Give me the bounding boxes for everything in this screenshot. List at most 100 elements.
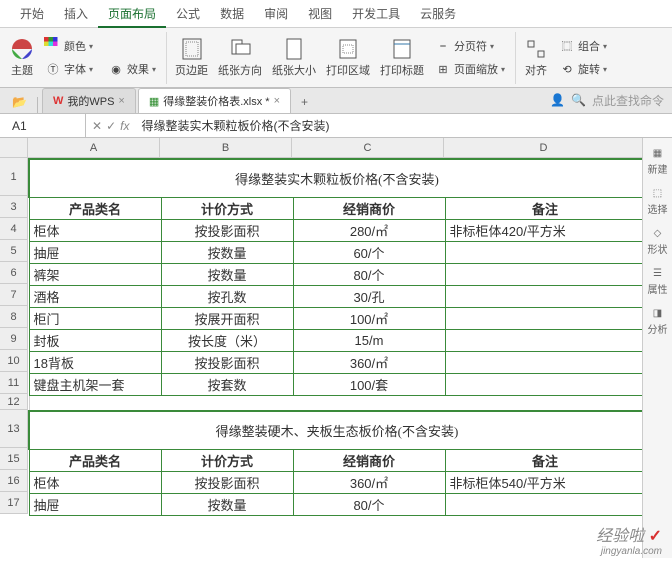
row-header[interactable]: 8: [0, 306, 28, 328]
row-header[interactable]: 5: [0, 240, 28, 262]
cell[interactable]: 按投影面积: [161, 471, 293, 493]
effect-button[interactable]: ◉效果▾: [103, 58, 160, 80]
cell[interactable]: [445, 307, 645, 329]
doc-tab-wps[interactable]: W我的WPS×: [42, 88, 136, 113]
col-header-a[interactable]: A: [28, 138, 160, 158]
col-header-b[interactable]: B: [160, 138, 292, 158]
cell[interactable]: [445, 241, 645, 263]
row-header[interactable]: 17: [0, 492, 28, 514]
table1-title[interactable]: 得缘整装实木颗粒板价格(不含安装): [29, 159, 645, 197]
row-header[interactable]: 1: [0, 158, 28, 196]
name-box[interactable]: A1: [6, 114, 86, 138]
cell[interactable]: 按孔数: [161, 285, 293, 307]
side-prop[interactable]: ☰属性: [648, 268, 668, 296]
cell[interactable]: 按套数: [161, 373, 293, 395]
tab-page-layout[interactable]: 页面布局: [98, 0, 166, 28]
cell[interactable]: 按数量: [161, 241, 293, 263]
th-method[interactable]: 计价方式: [161, 449, 293, 471]
cell[interactable]: 柜体: [29, 471, 161, 493]
cell[interactable]: [445, 263, 645, 285]
cell[interactable]: 60/个: [293, 241, 445, 263]
tab-review[interactable]: 审阅: [254, 0, 298, 28]
print-titles-button[interactable]: 打印标题: [376, 35, 428, 80]
side-new[interactable]: ▦新建: [648, 148, 668, 176]
th-method[interactable]: 计价方式: [161, 197, 293, 219]
cell[interactable]: 抽屉: [29, 241, 161, 263]
font-button[interactable]: Ⓣ字体▾: [40, 58, 97, 80]
row-header[interactable]: 11: [0, 372, 28, 394]
cell[interactable]: 80/个: [293, 493, 445, 515]
cell[interactable]: 键盘主机架一套: [29, 373, 161, 395]
cell[interactable]: 360/㎡: [293, 471, 445, 493]
add-tab-button[interactable]: +: [293, 91, 316, 113]
row-header[interactable]: 4: [0, 218, 28, 240]
row-header[interactable]: 6: [0, 262, 28, 284]
tab-formula[interactable]: 公式: [166, 0, 210, 28]
side-shape[interactable]: ◇形状: [648, 228, 668, 256]
row-header[interactable]: 7: [0, 284, 28, 306]
cell[interactable]: 360/㎡: [293, 351, 445, 373]
orientation-button[interactable]: 纸张方向: [214, 35, 266, 80]
cell[interactable]: 100/套: [293, 373, 445, 395]
row-header[interactable]: 13: [0, 410, 28, 448]
user-icon[interactable]: 👤: [550, 93, 565, 107]
th-name[interactable]: 产品类名: [29, 449, 161, 471]
cell[interactable]: [445, 285, 645, 307]
th-note[interactable]: 备注: [445, 449, 645, 471]
col-header-c[interactable]: C: [292, 138, 444, 158]
formula-input[interactable]: 得缘整装实木颗粒板价格(不含安装): [135, 114, 672, 138]
cell[interactable]: 18背板: [29, 351, 161, 373]
row-header[interactable]: 9: [0, 328, 28, 350]
cell[interactable]: 80/个: [293, 263, 445, 285]
cell[interactable]: 15/m: [293, 329, 445, 351]
cell[interactable]: 按数量: [161, 263, 293, 285]
select-all-corner[interactable]: [0, 138, 28, 158]
page-zoom-button[interactable]: ⊞页面缩放▾: [430, 58, 509, 80]
folder-icon[interactable]: 📂: [6, 91, 33, 113]
cell[interactable]: 按投影面积: [161, 351, 293, 373]
cell[interactable]: 抽屉: [29, 493, 161, 515]
cell[interactable]: [445, 329, 645, 351]
cell[interactable]: 非标柜体540/平方米: [445, 471, 645, 493]
row-header[interactable]: 16: [0, 470, 28, 492]
cell[interactable]: 按投影面积: [161, 219, 293, 241]
row-header[interactable]: 3: [0, 196, 28, 218]
th-note[interactable]: 备注: [445, 197, 645, 219]
th-price[interactable]: 经销商价: [293, 197, 445, 219]
row-header[interactable]: 10: [0, 350, 28, 372]
color-button[interactable]: 颜色▾: [40, 35, 160, 57]
cell[interactable]: [445, 351, 645, 373]
cell[interactable]: 柜体: [29, 219, 161, 241]
tab-dev[interactable]: 开发工具: [342, 0, 410, 28]
group-button[interactable]: ⿴组合▾: [554, 35, 611, 57]
col-header-d[interactable]: D: [444, 138, 644, 158]
tab-data[interactable]: 数据: [210, 0, 254, 28]
tab-cloud[interactable]: 云服务: [410, 0, 466, 28]
cell[interactable]: 封板: [29, 329, 161, 351]
cell[interactable]: 柜门: [29, 307, 161, 329]
cell[interactable]: 非标柜体420/平方米: [445, 219, 645, 241]
close-icon[interactable]: ×: [274, 95, 280, 107]
empty-row[interactable]: [29, 395, 645, 411]
align-button[interactable]: 对齐: [520, 35, 552, 80]
cancel-icon[interactable]: ✕: [92, 119, 102, 133]
side-analysis[interactable]: ◨分析: [648, 308, 668, 336]
cell[interactable]: 30/孔: [293, 285, 445, 307]
close-icon[interactable]: ×: [118, 95, 124, 107]
confirm-icon[interactable]: ✓: [106, 119, 116, 133]
cell[interactable]: 按长度（米）: [161, 329, 293, 351]
page-break-button[interactable]: ⎯分页符▾: [430, 35, 509, 57]
th-price[interactable]: 经销商价: [293, 449, 445, 471]
margins-button[interactable]: 页边距: [171, 35, 212, 80]
cell[interactable]: 裤架: [29, 263, 161, 285]
table2-title[interactable]: 得缘整装硬木、夹板生态板价格(不含安装): [29, 411, 645, 449]
cell[interactable]: 按数量: [161, 493, 293, 515]
cell[interactable]: [445, 373, 645, 395]
rotate-button[interactable]: ⟲旋转▾: [554, 58, 611, 80]
cell[interactable]: 酒格: [29, 285, 161, 307]
tab-insert[interactable]: 插入: [54, 0, 98, 28]
cell[interactable]: [445, 493, 645, 515]
doc-tab-file[interactable]: ▦得缘整装价格表.xlsx *×: [138, 88, 291, 113]
cell[interactable]: 280/㎡: [293, 219, 445, 241]
row-header[interactable]: 12: [0, 394, 28, 410]
